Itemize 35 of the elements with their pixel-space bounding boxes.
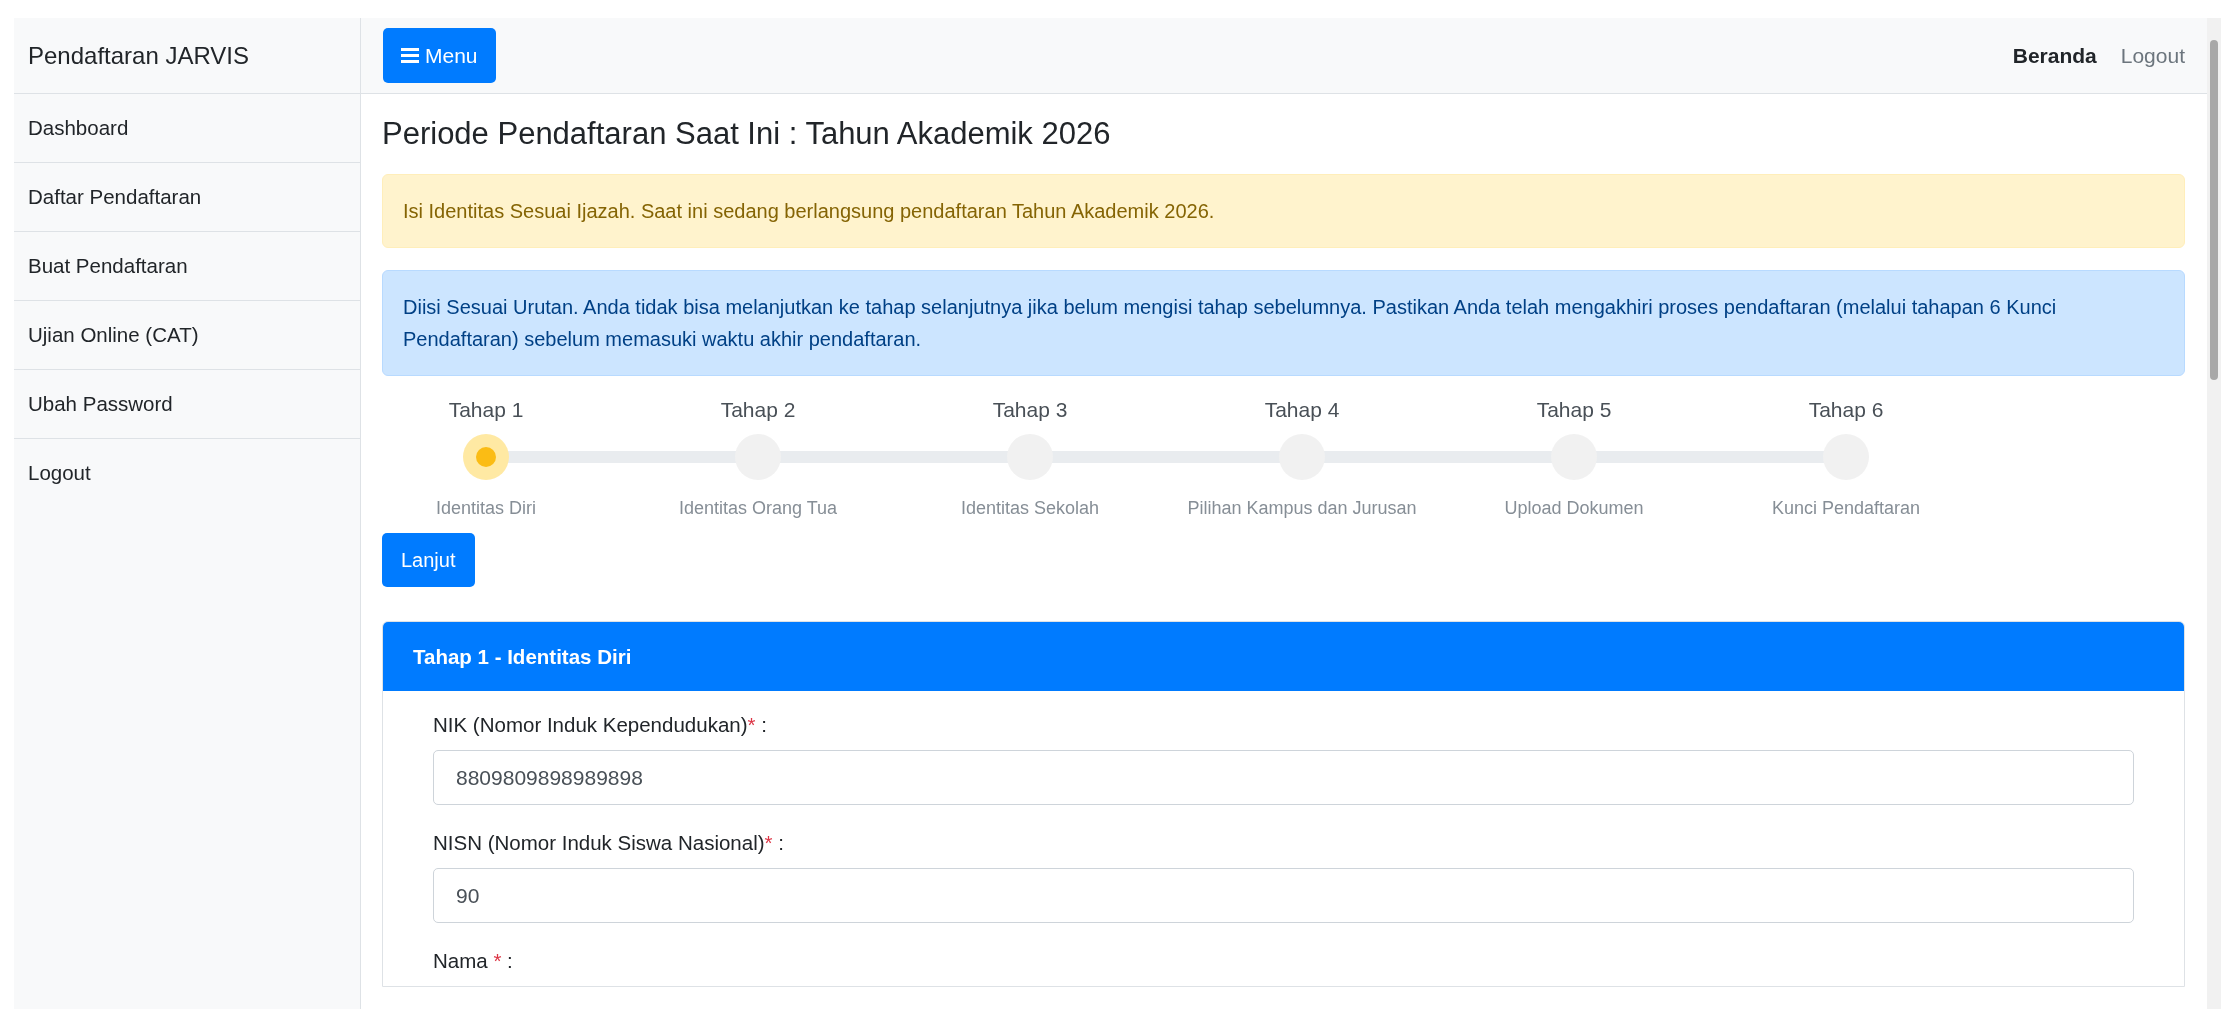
step-title: Tahap 1 <box>448 398 524 423</box>
step-label: Identitas Sekolah <box>960 498 1100 519</box>
nav-link[interactable]: Beranda <box>2012 43 2097 68</box>
next-button[interactable]: Lanjut <box>382 533 475 587</box>
sidebar-item[interactable]: Ujian Online (CAT) <box>14 301 360 370</box>
field-label: NISN (Nomor Induk Siswa Nasional)* : <box>433 831 785 855</box>
step-title: Tahap 3 <box>992 398 1068 423</box>
sidebar-item[interactable]: Daftar Pendaftaran <box>14 163 360 232</box>
sidebar-item[interactable]: Dashboard <box>14 94 360 163</box>
sidebar-item[interactable]: Buat Pendaftaran <box>14 232 360 301</box>
step-label: Identitas Orang Tua <box>678 498 838 519</box>
step-label: Kunci Pendaftaran <box>1771 498 1921 519</box>
page-title: Periode Pendaftaran Saat Ini : Tahun Akademik 2026 <box>382 116 1112 152</box>
step-label: Pilihan Kampus dan Jurusan <box>1187 498 1417 519</box>
sidebar-title: Pendaftaran JARVIS <box>14 18 360 94</box>
step-label: Identitas Diri <box>435 498 536 519</box>
card-header: Tahap 1 - Identitas Diri <box>383 622 2184 691</box>
sidebar-item[interactable]: Ubah Password <box>14 370 360 439</box>
menu-button[interactable]: Menu <box>383 28 496 83</box>
input-field[interactable]: 90 <box>433 868 2134 923</box>
field-label: NIK (Nomor Induk Kependudukan)* : <box>433 713 768 737</box>
step-title: Tahap 6 <box>1808 398 1884 423</box>
step-title: Tahap 2 <box>720 398 796 423</box>
info-alert: Diisi Sesuai Urutan. Anda tidak bisa melanjutkan ke tahap selanjutnya jika belum mengisi tahap sebelumnya. Pastikan Anda telah mengakhiri proses pendaftaran (melalui tahapan 6 Kunci Pendaftaran) sebelum memasuki waktu akhir pendaftaran. <box>382 270 2185 376</box>
menu-icon <box>401 48 419 63</box>
step-label: Upload Dokumen <box>1504 498 1644 519</box>
field-label: Nama * : <box>433 949 514 973</box>
sidebar-item[interactable]: Logout <box>14 439 360 507</box>
step-title: Tahap 4 <box>1264 398 1340 423</box>
nav-link[interactable]: Logout <box>2120 43 2185 68</box>
warning-alert: Isi Identitas Sesuai Ijazah. Saat ini sedang berlangsung pendaftaran Tahun Akademik 2026. <box>382 174 2185 248</box>
input-field[interactable]: 8809809898989898 <box>433 750 2134 805</box>
scrollbar[interactable] <box>2207 18 2221 1009</box>
step-title: Tahap 5 <box>1536 398 1612 423</box>
step-dot[interactable] <box>463 434 509 480</box>
